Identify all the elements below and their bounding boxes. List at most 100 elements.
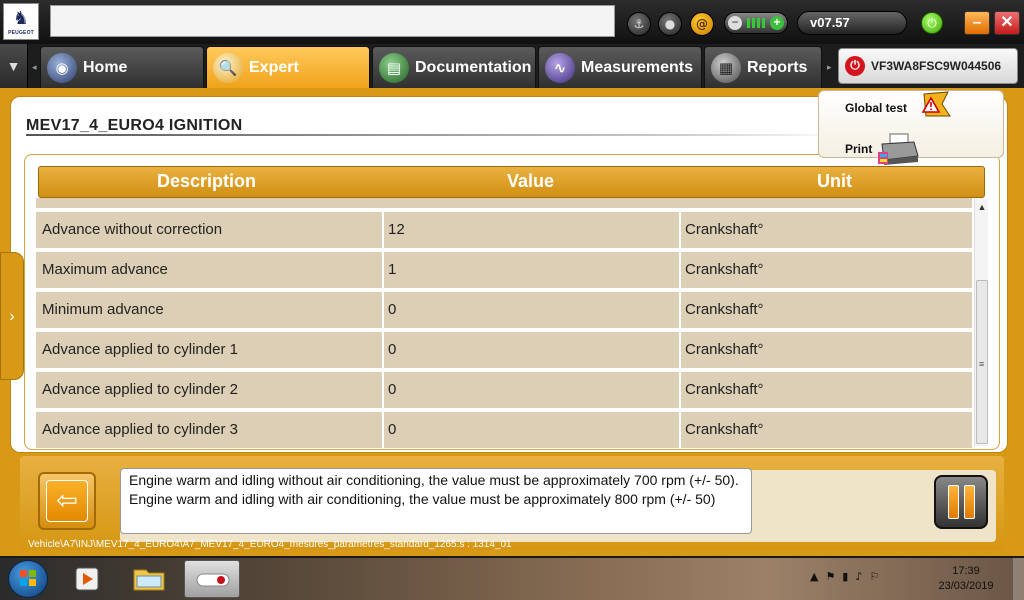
cell-unit: Crankshaft° [685,381,764,398]
media-player-icon[interactable] [60,560,114,598]
minus-icon: − [728,16,742,30]
tab-label: Home [83,58,128,76]
connection-status-icon: ⏻ [921,12,943,34]
power-icon: ⏻ [845,56,865,76]
tab-reports[interactable]: ▦ Reports [704,46,822,88]
cell-value: 0 [388,301,397,318]
cell-value: 0 [388,421,397,438]
system-tray[interactable]: ▲ ⚑ ▮ ♪ ⚐ [810,570,879,583]
cell-description: Advance applied to cylinder 2 [42,381,238,398]
close-button[interactable]: ✕ [994,11,1020,35]
vin-label: VF3WA8FSC9W044506 [871,59,1002,73]
scroll-thumb[interactable]: ≡ [976,280,988,444]
user-icon[interactable]: ● [658,12,682,36]
column-header-description: Description [157,171,257,191]
column-header-value: Value [507,171,555,191]
cell-description: Minimum advance [42,301,164,318]
title-bar: ♞ PEUGEOT ⚓ ● @ − + v07.57 ⏻ – ✕ [0,0,1024,44]
folder-icon [133,569,165,591]
cell-description: Maximum advance [42,261,168,278]
table-row[interactable]: Advance applied to cylinder 3 0 Cranksha… [36,412,972,448]
home-icon: ◉ [47,52,77,83]
table-row[interactable]: Minimum advance 0 Crankshaft° [36,292,972,328]
tab-label: Expert [249,58,299,76]
cell-unit: Crankshaft° [685,421,764,438]
pause-bar [963,485,975,519]
chevron-down-icon[interactable]: ▼ [0,44,28,88]
cell-description: Advance applied to cylinder 1 [42,341,238,358]
tab-separator: ▸ [827,62,832,72]
file-explorer-icon[interactable] [122,560,176,598]
minimize-button[interactable]: – [964,11,990,35]
cell-divider [679,332,681,368]
global-test-button[interactable]: Global test [845,101,907,115]
waveform-icon: ∿ [545,52,575,83]
side-expand-tab[interactable]: › [0,252,24,380]
cell-divider [679,412,681,448]
cell-divider [382,212,384,248]
printer-icon[interactable] [876,132,920,166]
tab-measurements[interactable]: ∿ Measurements [538,46,702,88]
page-title: MEV17_4_EURO4 IGNITION [26,117,243,134]
cell-value: 12 [388,221,405,238]
tab-bar: ▼ ◂ ◉ Home 🔍 Expert ▤ Documentation ∿ Me… [0,44,1024,88]
warning-flag-icon[interactable] [920,90,952,118]
table-row[interactable]: Advance applied to cylinder 1 0 Cranksha… [36,332,972,368]
cell-divider [382,412,384,448]
lion-icon: ♞ [12,7,30,29]
at-icon[interactable]: @ [690,12,714,36]
book-icon: ▤ [379,52,409,83]
anchor-icon[interactable]: ⚓ [627,12,651,36]
show-desktop-button[interactable] [1012,558,1024,600]
brand-label: PEUGEOT [8,29,34,36]
cell-divider [679,252,681,288]
arrow-left-icon: ⇦ [46,480,88,522]
table-row[interactable]: Maximum advance 1 Crankshaft° [36,252,972,288]
cell-value: 0 [388,381,397,398]
tab-label: Measurements [581,58,694,76]
pause-button[interactable] [934,475,988,529]
cell-value: 0 [388,341,397,358]
table-header: Description Value Unit [38,166,985,198]
magnifier-icon: 🔍 [213,52,243,83]
cell-divider [382,372,384,408]
tab-label: Documentation [415,58,532,76]
battery-indicator: − + [724,12,788,34]
table-row[interactable]: Advance applied to cylinder 2 0 Cranksha… [36,372,972,408]
windows-logo-icon [20,570,36,586]
cell-description: Advance without correction [42,221,223,238]
print-button[interactable]: Print [845,142,872,156]
taskbar-clock[interactable]: 17:39 23/03/2019 [930,564,1002,594]
peugeot-logo: ♞ PEUGEOT [3,3,39,40]
table-body: Advance without correction 12 Crankshaft… [36,198,972,448]
cell-value: 1 [388,261,397,278]
cell-divider [679,292,681,328]
vertical-scrollbar[interactable]: ▲ ≡ [974,198,988,446]
search-input[interactable] [50,5,615,37]
vin-button[interactable]: ⏻ VF3WA8FSC9W044506 [838,48,1018,84]
table-row[interactable]: Advance without correction 12 Crankshaft… [36,212,972,248]
tab-label: Reports [747,58,808,76]
tab-expert[interactable]: 🔍 Expert [206,46,370,88]
cell-divider [382,292,384,328]
file-path: Vehicle\A7\INJ\MEV17_4_EURO4\A7_MEV17_4_… [28,539,512,550]
report-icon: ▦ [711,52,741,83]
start-button[interactable] [8,560,48,598]
cell-description: Advance applied to cylinder 3 [42,421,238,438]
cell-unit: Crankshaft° [685,221,764,238]
scroll-up-icon[interactable]: ▲ [975,202,989,212]
cell-unit: Crankshaft° [685,261,764,278]
version-label: v07.57 [797,11,907,35]
diagbox-icon [196,573,230,587]
tab-separator: ◂ [32,62,37,72]
help-text: Engine warm and idling without air condi… [120,468,752,534]
cell-divider [679,372,681,408]
battery-bars [747,18,767,28]
tab-home[interactable]: ◉ Home [40,46,204,88]
windows-taskbar: ▲ ⚑ ▮ ♪ ⚐ 17:39 23/03/2019 [0,558,1024,600]
play-icon [75,567,99,591]
diagbox-taskbar-item[interactable] [184,560,240,598]
tab-documentation[interactable]: ▤ Documentation [372,46,536,88]
back-button[interactable]: ⇦ [38,472,96,530]
cell-divider [382,252,384,288]
